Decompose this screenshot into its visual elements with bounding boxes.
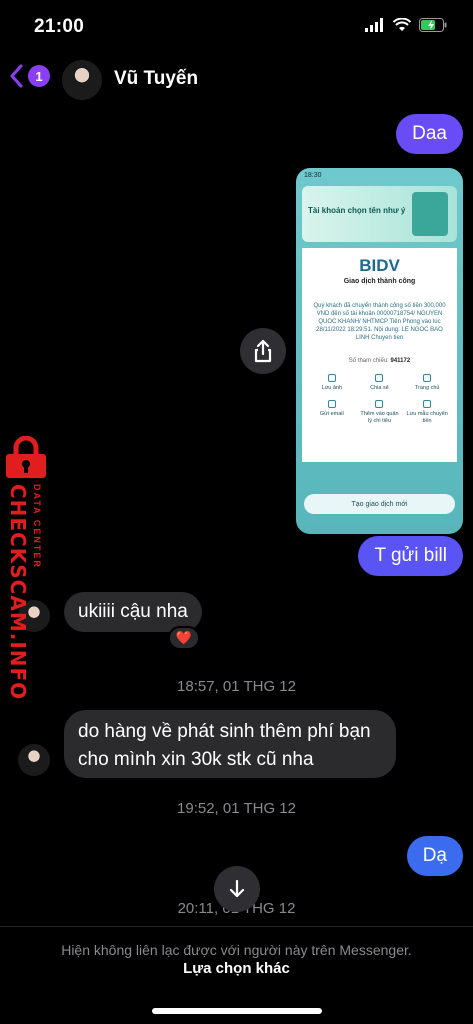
- receipt-card: BIDV Giao dịch thành công Quý khách đã c…: [302, 248, 457, 460]
- receipt-action: Lưu mẫu chuyển tiền: [405, 398, 449, 425]
- unread-count-badge: 1: [28, 65, 50, 87]
- attachment-status-bar: 18:30: [296, 168, 463, 182]
- reference-label: Số tham chiếu:: [348, 358, 389, 364]
- receipt-action: Lưu ảnh: [310, 372, 354, 392]
- transaction-description: Quý khách đã chuyển thành công số tiền 3…: [313, 303, 446, 341]
- transaction-result: Giao dịch thành công: [343, 278, 416, 285]
- heart-reaction[interactable]: ❤️: [168, 626, 200, 650]
- contact-name[interactable]: Vũ Tuyến: [114, 68, 198, 90]
- receipt-action: Trang chủ: [405, 372, 449, 392]
- status-time: 21:00: [34, 16, 85, 37]
- unavailable-notice: Hiện không liên lạc được với người này t…: [61, 942, 412, 958]
- home-icon: [423, 374, 432, 382]
- new-transaction-button: Tạo giao dịch mới: [304, 494, 455, 514]
- reference-number: Số tham chiếu: 941172: [302, 358, 457, 364]
- receipt-actions: Lưu ảnh Chia sẻ Trang chủ Gửi email Thêm…: [310, 372, 449, 425]
- status-bar: 21:00: [0, 0, 473, 56]
- other-options-link[interactable]: Lựa chọn khác: [0, 960, 473, 977]
- expense-icon: [375, 400, 384, 408]
- email-icon: [327, 400, 336, 408]
- chevron-left-icon: [10, 64, 23, 88]
- wifi-icon: [393, 18, 411, 31]
- contact-avatar[interactable]: [62, 60, 102, 100]
- save-image-icon: [327, 374, 336, 382]
- bank-logo: BIDV: [359, 256, 400, 275]
- watermark-sub: DATA CENTER: [32, 484, 42, 569]
- share-icon: [375, 374, 384, 382]
- timestamp: 18:57, 01 THG 12: [177, 678, 296, 695]
- watermark-main: CHECKSCAM.INFO: [6, 484, 30, 701]
- receipt-action: Gửi email: [310, 398, 354, 425]
- share-icon: [254, 339, 272, 363]
- sender-avatar[interactable]: [18, 744, 50, 776]
- reference-value: 941172: [390, 358, 411, 364]
- back-button[interactable]: 1: [10, 64, 50, 88]
- conversation-header: 1 Vũ Tuyến: [0, 56, 473, 104]
- signal-icon: [365, 18, 383, 32]
- attachment-status-time: 18:30: [304, 172, 322, 179]
- home-indicator[interactable]: [152, 1008, 322, 1014]
- lock-icon: [2, 435, 50, 485]
- timestamp: 19:52, 01 THG 12: [177, 800, 296, 817]
- template-icon: [423, 400, 432, 408]
- share-button[interactable]: [240, 328, 286, 374]
- scroll-to-bottom-button[interactable]: [214, 866, 260, 912]
- attachment-banner-title: Tài khoản chọn tên như ý: [308, 206, 406, 215]
- receipt-action: Thêm vào quản lý chi tiêu: [358, 398, 402, 425]
- battery-charging-icon: [419, 18, 447, 32]
- footer-divider: [0, 926, 473, 927]
- outgoing-message[interactable]: T gửi bill: [358, 536, 463, 576]
- arrow-down-icon: [229, 879, 245, 898]
- receipt-edge: [302, 454, 457, 462]
- image-attachment[interactable]: 18:30 Tài khoản chọn tên như ý BIDV Giao…: [296, 168, 463, 534]
- outgoing-message[interactable]: Daa: [396, 114, 463, 154]
- outgoing-message[interactable]: Dạ: [406, 836, 463, 876]
- incoming-message[interactable]: do hàng về phát sinh thêm phí bạn cho mì…: [64, 710, 396, 778]
- status-icons: [365, 18, 447, 32]
- banner-phone-graphic: [412, 192, 448, 236]
- receipt-action: Chia sẻ: [358, 372, 402, 392]
